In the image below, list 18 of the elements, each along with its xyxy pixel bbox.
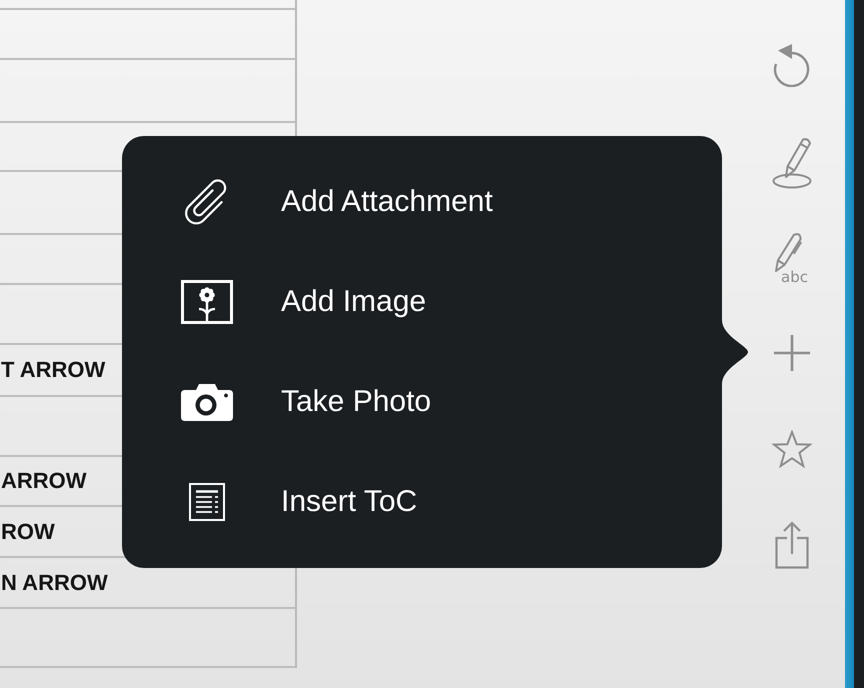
row-text: ROW	[0, 518, 55, 544]
menu-item[interactable]: Add Attachment	[122, 152, 722, 252]
favorite-button[interactable]	[770, 428, 814, 470]
star-icon	[772, 430, 812, 468]
menu-item[interactable]: Insert ToC	[122, 452, 722, 552]
row-text: T ARROW	[0, 357, 106, 383]
plus-icon	[773, 334, 811, 372]
share-icon	[775, 521, 809, 569]
menu-item[interactable]: Take Photo	[122, 352, 722, 452]
undo-icon	[773, 43, 811, 87]
flower-picture-icon	[181, 280, 233, 324]
camera-icon	[181, 383, 233, 421]
document-list-icon	[189, 483, 225, 521]
row-text: ARROW	[0, 468, 87, 494]
row-text: N ARROW	[0, 570, 108, 596]
share-button[interactable]	[773, 519, 811, 571]
add-button[interactable]	[771, 332, 813, 374]
menu-item[interactable]: Add Image	[122, 252, 722, 352]
